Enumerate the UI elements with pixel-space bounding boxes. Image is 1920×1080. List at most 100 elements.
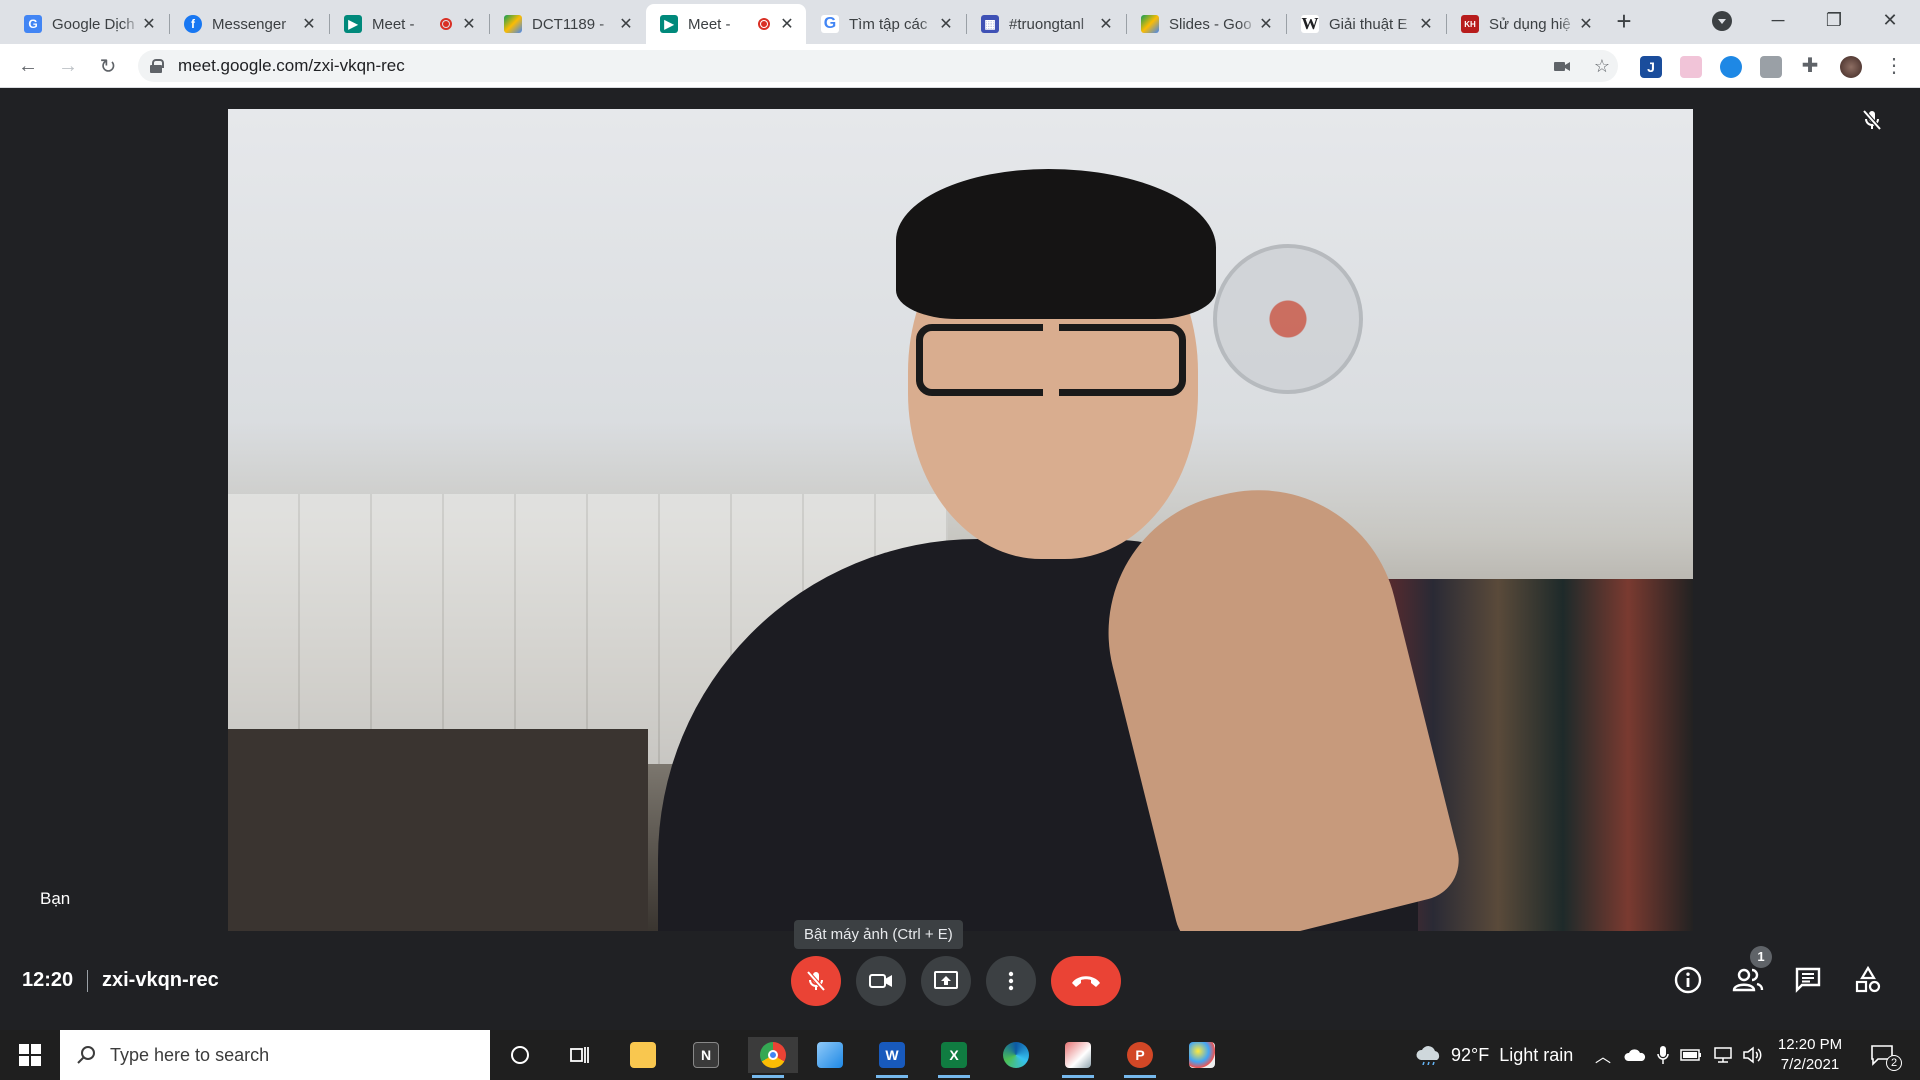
tab-title: Slides - Goo: [1169, 15, 1252, 33]
show-hidden-icons-button[interactable]: ︿: [1585, 1037, 1621, 1073]
edge-button[interactable]: [996, 1037, 1036, 1073]
volume-button[interactable]: [1738, 1037, 1768, 1073]
browser-toolbar: ← → ↻ meet.google.com/zxi-vkqn-rec ☆ J ✚…: [0, 44, 1920, 88]
present-screen-icon: [934, 971, 958, 989]
snip-sketch-button[interactable]: [1058, 1037, 1098, 1078]
task-view-icon: [570, 1047, 589, 1063]
google-meet-icon: ▶: [344, 15, 362, 33]
extension-blue-icon[interactable]: [1720, 56, 1742, 78]
mic-off-indicator-icon: [1862, 109, 1882, 131]
battery-icon: [1680, 1049, 1701, 1061]
minimize-button[interactable]: ─: [1750, 0, 1806, 40]
battery-button[interactable]: [1676, 1037, 1706, 1073]
tab-messenger[interactable]: f Messenger ✕: [170, 4, 328, 44]
bookmark-star-icon[interactable]: ☆: [1592, 56, 1612, 76]
file-explorer-button[interactable]: [623, 1037, 663, 1073]
microphone-icon: [1657, 1046, 1669, 1064]
word-icon: W: [879, 1042, 905, 1068]
tab-truongtan[interactable]: ▦ #truongtanl ✕: [967, 4, 1125, 44]
clock-time: 12:20 PM: [1777, 1036, 1843, 1053]
cortana-button[interactable]: [500, 1037, 540, 1073]
start-button[interactable]: [0, 1030, 60, 1080]
cube-icon: [817, 1042, 843, 1068]
window-close-button[interactable]: ✕: [1862, 0, 1918, 40]
close-icon[interactable]: ✕: [1257, 14, 1275, 34]
meeting-details-button[interactable]: [1670, 962, 1706, 998]
tab-search-icon[interactable]: [1712, 11, 1732, 31]
taskbar-search-box[interactable]: Type here to search: [60, 1030, 490, 1080]
browser-menu-icon[interactable]: ⋮: [1884, 56, 1904, 76]
participant-video: [228, 109, 1693, 931]
taskbar-clock[interactable]: 12:20 PM 7/2/2021: [1774, 1035, 1846, 1075]
tab-drive-dct1189[interactable]: DCT1189 - ✕: [490, 4, 645, 44]
camera-icon: [869, 974, 892, 988]
reload-button[interactable]: ↻: [94, 52, 122, 80]
lock-icon[interactable]: [150, 59, 164, 73]
tab-title: Giải thuật E: [1329, 15, 1408, 33]
wikipedia-icon: W: [1301, 14, 1319, 33]
extension-j-icon[interactable]: J: [1640, 56, 1662, 78]
weather-text[interactable]: 92°F Light rain: [1451, 1045, 1573, 1066]
scissors-icon: [1065, 1042, 1091, 1068]
google-translate-icon: G: [24, 15, 42, 33]
extension-gray-icon[interactable]: [1760, 56, 1782, 78]
notion-button[interactable]: N: [686, 1037, 726, 1073]
tab-title: Meet -: [372, 15, 415, 33]
tab-title: Messenger: [212, 15, 287, 33]
tab-meet-active[interactable]: ▶ Meet - ✕: [646, 4, 806, 44]
excel-button[interactable]: X: [934, 1037, 974, 1078]
tab-google-translate[interactable]: G Google Dịch ✕: [10, 4, 168, 44]
profile-avatar[interactable]: [1840, 56, 1862, 78]
leave-call-button[interactable]: [1051, 956, 1121, 1006]
close-icon[interactable]: ✕: [460, 14, 478, 34]
present-screen-button[interactable]: [921, 956, 971, 1006]
word-button[interactable]: W: [872, 1037, 912, 1078]
tab-wikipedia[interactable]: W Giải thuật E ✕: [1287, 4, 1445, 44]
chevron-up-icon: ︿: [1594, 1049, 1611, 1066]
close-icon[interactable]: ✕: [1097, 14, 1115, 34]
edge-icon: [1003, 1042, 1029, 1068]
paint-button[interactable]: [1182, 1037, 1222, 1073]
mic-toggle-button[interactable]: [791, 956, 841, 1006]
camera-toggle-button[interactable]: [856, 956, 906, 1006]
chrome-button[interactable]: [748, 1037, 798, 1078]
extension-pink-icon[interactable]: [1680, 56, 1702, 78]
close-icon[interactable]: ✕: [937, 14, 955, 34]
close-icon[interactable]: ✕: [140, 14, 158, 34]
extensions-puzzle-icon[interactable]: ✚: [1800, 56, 1820, 76]
close-icon[interactable]: ✕: [1417, 14, 1435, 34]
address-bar[interactable]: meet.google.com/zxi-vkqn-rec: [138, 50, 1618, 82]
chat-icon: [1795, 967, 1821, 993]
tab-meet-1[interactable]: ▶ Meet - ✕: [330, 4, 488, 44]
tab-slides[interactable]: Slides - Goo ✕: [1127, 4, 1285, 44]
activities-button[interactable]: [1850, 962, 1886, 998]
google-icon: G: [821, 15, 839, 33]
onedrive-button[interactable]: [1620, 1037, 1650, 1073]
people-icon: [1732, 968, 1764, 992]
speaker-icon: [1743, 1046, 1762, 1064]
new-tab-button[interactable]: +: [1610, 8, 1638, 36]
weather-rain-icon[interactable]: [1415, 1045, 1443, 1065]
close-icon[interactable]: ✕: [300, 14, 318, 34]
close-icon[interactable]: ✕: [617, 14, 635, 34]
tab-google-search[interactable]: G Tìm tập các ✕: [807, 4, 965, 44]
more-options-button[interactable]: [986, 956, 1036, 1006]
close-icon[interactable]: ✕: [1577, 14, 1595, 34]
tab-khpt[interactable]: KH Sử dụng hiệ ✕: [1447, 4, 1605, 44]
chrome-icon: [760, 1042, 786, 1068]
camera-in-use-icon[interactable]: [1552, 56, 1572, 76]
calendar-table-icon: ▦: [981, 15, 999, 33]
chat-button[interactable]: [1790, 962, 1826, 998]
task-view-button[interactable]: [560, 1037, 600, 1073]
restore-button[interactable]: ❐: [1806, 0, 1862, 40]
microphone-in-use-button[interactable]: [1650, 1037, 1676, 1073]
powerpoint-button[interactable]: P: [1120, 1037, 1160, 1078]
network-button[interactable]: [1708, 1037, 1738, 1073]
back-button[interactable]: ←: [14, 52, 42, 80]
notification-center-button[interactable]: 2: [1860, 1037, 1904, 1073]
3d-viewer-button[interactable]: [810, 1037, 850, 1073]
network-icon: [1714, 1047, 1732, 1063]
google-meet-icon: ▶: [660, 15, 678, 33]
close-icon[interactable]: ✕: [778, 14, 796, 34]
forward-button[interactable]: →: [54, 52, 82, 80]
